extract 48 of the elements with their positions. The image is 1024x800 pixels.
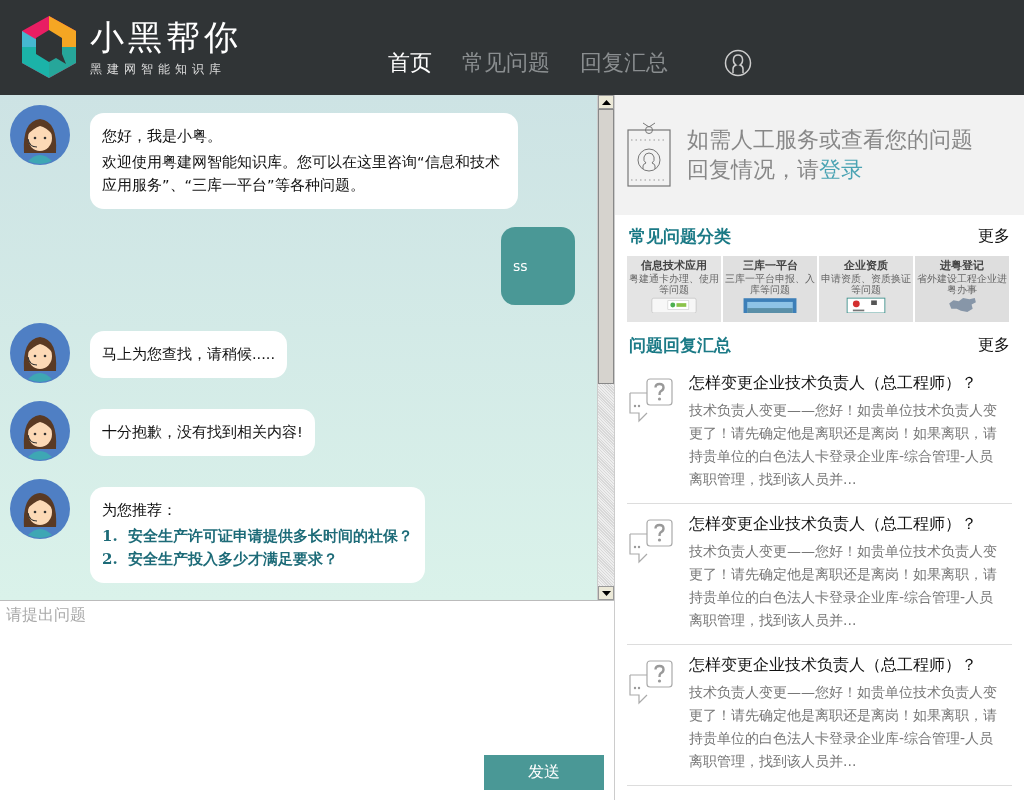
tile-subtitle: 三库一平台申报、入库等问题 [724, 273, 816, 295]
message-text: ss [513, 256, 528, 276]
category-tile[interactable]: 进粤登记 省外建设工程企业进粤办事 [915, 256, 1009, 322]
user-icon[interactable] [724, 48, 752, 77]
section-title: 常见问题分类 [629, 225, 731, 248]
avatar-drawing [10, 479, 70, 539]
message-text: 马上为您查找，请稍候..... [102, 345, 276, 364]
answer-summary: 技术负责人变更——您好！如贵单位技术负责人变更了！请先确定他是离职还是离岗！如果离职，请持贵单位的白色法人卡登录企业库-综合管理-人员离职管理，找到该人员并... [689, 683, 998, 771]
id-card-icon [627, 122, 671, 188]
login-prompt: 如需人工服务或查看您的问题回复情况，请登录 [687, 126, 974, 184]
message-text: 为您推荐： [102, 501, 178, 520]
avatar-drawing [10, 401, 70, 461]
category-tile[interactable]: 三库一平台 三库一平台申报、入库等问题 [723, 256, 817, 322]
category-tile[interactable]: 信息技术应用 粤建通卡办理、使用等问题 [627, 256, 721, 322]
category-tile[interactable]: 企业资质 申请资质、资质换证等问题 [819, 256, 913, 322]
scroll-up-icon[interactable] [598, 95, 614, 109]
tile-title: 三库一平台 [742, 259, 798, 272]
more-link[interactable]: 更多 [978, 335, 1010, 356]
scroll-down-icon[interactable] [598, 586, 614, 600]
question-chat-icon [627, 375, 675, 423]
tile-title: 企业资质 [844, 259, 888, 272]
more-link[interactable]: 更多 [978, 226, 1010, 247]
message-text: 欢迎使用粤建网智能知识库。您可以在这里咨询“信息和技术应用服务”、“三库一平台”等各种问题。 [102, 153, 501, 195]
avatar-drawing [10, 105, 70, 165]
tile-subtitle: 粤建通卡办理、使用等问题 [628, 273, 720, 295]
logo-subtitle: 黑建网智能知识库 [90, 61, 227, 78]
question-link[interactable]: 怎样变更企业技术负责人（总工程师）？ [689, 653, 1001, 677]
nav-tab[interactable]: 首页 [388, 47, 432, 78]
question-link[interactable]: 怎样变更企业技术负责人（总工程师）？ [689, 512, 1001, 536]
question-chat-icon [627, 516, 675, 564]
recommended-question-link[interactable]: 2. 安全生产投入多少才满足要求？ [102, 548, 414, 571]
section-title: 问题回复汇总 [629, 334, 731, 357]
tile-subtitle: 省外建设工程企业进粤办事 [916, 273, 1008, 295]
message-text: 您好，我是小粤。 [102, 127, 223, 146]
question-link[interactable]: 怎样变更企业技术负责人（总工程师）？ [689, 371, 1001, 395]
logo-title: 小黑帮你 [90, 17, 242, 57]
question-chat-icon [627, 657, 675, 705]
answer-summary: 技术负责人变更——您好！如贵单位技术负责人变更了！请先确定他是离职还是离岗！如果离职，请持贵单位的白色法人卡登录企业库-综合管理-人员离职管理，找到该人员并... [689, 401, 998, 489]
tile-title: 进粤登记 [940, 259, 984, 272]
nav-tab[interactable]: 常见问题 [462, 47, 550, 78]
avatar-drawing [10, 323, 70, 383]
tile-subtitle: 申请资质、资质换证等问题 [820, 273, 912, 295]
message-text: 十分抱歉，没有找到相关内容! [102, 423, 303, 442]
answer-summary: 技术负责人变更——您好！如贵单位技术负责人变更了！请先确定他是离职还是离岗！如果离职，请持贵单位的白色法人卡登录企业库-综合管理-人员离职管理，找到该人员并... [689, 542, 998, 630]
scrollbar[interactable] [597, 95, 614, 600]
recommended-question-link[interactable]: 1. 安全生产许可证申请提供多长时间的社保？ [102, 525, 414, 548]
tile-title: 信息技术应用 [641, 259, 707, 272]
nav-tab[interactable]: 回复汇总 [580, 47, 668, 78]
